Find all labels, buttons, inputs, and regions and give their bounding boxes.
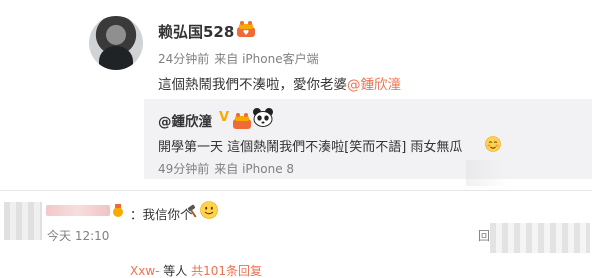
smile-emoji-icon [200, 201, 218, 219]
reply-button[interactable]: 回 [478, 227, 490, 244]
weibo-post: 赖弘国528 ♥ 24分钟前 来自 iPhone客户端 這個熱鬧我們不湊啦，愛你老… [0, 0, 592, 179]
sub-reply-summary[interactable]: Xxw- 等人 共101条回复 [130, 262, 262, 278]
svg-text:♥: ♥ [243, 29, 249, 37]
medal-icon [113, 204, 123, 217]
post-text: 這個熱鬧我們不湊啦，愛你老婆 [158, 77, 347, 93]
blurred-region [466, 160, 506, 186]
comment-time: 今天 12:10 [47, 229, 110, 243]
repost-meta: 49分钟前 来自 iPhone 8 [158, 160, 299, 177]
blurred-actions [490, 223, 590, 253]
post-mention[interactable]: @鍾欣潼 [347, 77, 401, 93]
comment-avatar[interactable] [4, 202, 42, 240]
post-source: 来自 iPhone客户端 [214, 52, 319, 66]
post-meta: 24分钟前 来自 iPhone客户端 [158, 50, 324, 67]
repost-text: 開學第一天 這個熱鬧我們不湊啦[笑而不語] 雨女無瓜 [158, 140, 463, 155]
post-username[interactable]: 赖弘国528 [158, 21, 234, 42]
sub-reply-mid: 等人 [159, 264, 192, 278]
cake-badge-icon: ♥ [237, 21, 255, 37]
sub-reply-user[interactable]: Xxw- [130, 264, 159, 278]
avatar[interactable] [89, 16, 143, 70]
divider [0, 190, 592, 191]
repost-source: 来自 iPhone 8 [214, 162, 295, 176]
repost-time[interactable]: 49分钟前 [158, 162, 209, 176]
blurred-username[interactable] [46, 205, 110, 216]
hammer-icon [187, 204, 197, 218]
blush-emoji-icon [485, 136, 501, 152]
post-time[interactable]: 24分钟前 [158, 52, 209, 66]
cake-badge-icon [233, 113, 251, 129]
sub-reply-link[interactable]: 共101条回复 [191, 264, 262, 278]
post-content: 這個熱鬧我們不湊啦，愛你老婆@鍾欣潼 [158, 73, 401, 93]
vip-icon: V [219, 110, 230, 125]
comment-text: ：我信你个 [130, 207, 193, 222]
repost-username[interactable]: @鍾欣潼 [158, 110, 212, 130]
panda-icon [253, 108, 273, 127]
